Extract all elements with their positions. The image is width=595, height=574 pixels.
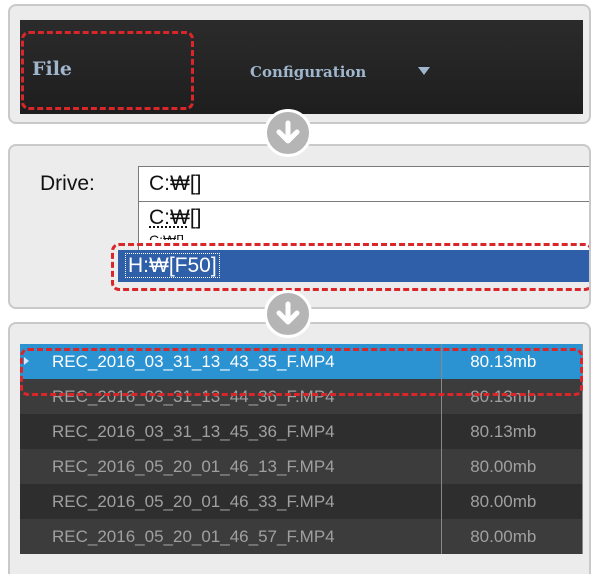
step-3-panel: REC_2016_03_31_13_43_35_F.MP4 80.13mb RE… <box>8 322 591 574</box>
step-2-panel: Drive: C:₩[] C:₩[] C:₩[] H:₩[F50] <box>8 144 591 309</box>
drive-option-c[interactable]: C:₩[] <box>149 206 202 230</box>
table-row[interactable]: REC_2016_05_20_01_46_57_F.MP4 80.00mb <box>20 519 583 554</box>
file-name: REC_2016_05_20_01_46_33_F.MP4 <box>20 484 443 519</box>
file-name: REC_2016_05_20_01_46_13_F.MP4 <box>20 449 443 484</box>
file-name-cell: REC_2016_03_31_13_43_35_F.MP4 <box>20 344 443 379</box>
menu-configuration[interactable]: Configuration <box>250 63 366 81</box>
file-name: REC_2016_05_20_01_46_57_F.MP4 <box>20 519 443 554</box>
menu-bar: File Configuration <box>20 20 583 114</box>
drive-option-partial: C:₩[] <box>149 232 184 240</box>
file-size: 80.13mb <box>441 379 583 414</box>
row-pointer-icon <box>24 357 29 365</box>
table-row[interactable]: REC_2016_03_31_13_44_36_F.MP4 80.13mb <box>20 379 583 414</box>
file-list-table: REC_2016_03_31_13_43_35_F.MP4 80.13mb RE… <box>20 344 583 554</box>
drive-label: Drive: <box>40 172 95 195</box>
file-size: 80.13mb <box>441 344 583 379</box>
caret-down-icon[interactable] <box>418 67 430 75</box>
table-row[interactable]: REC_2016_05_20_01_46_13_F.MP4 80.00mb <box>20 449 583 484</box>
file-name: REC_2016_03_31_13_45_36_F.MP4 <box>20 414 443 449</box>
menu-file[interactable]: File <box>32 58 72 80</box>
arrow-down-circle-icon <box>264 109 312 157</box>
table-row-selected[interactable]: REC_2016_03_31_13_43_35_F.MP4 80.13mb <box>20 344 583 379</box>
table-row[interactable]: REC_2016_03_31_13_45_36_F.MP4 80.13mb <box>20 414 583 449</box>
file-size: 80.00mb <box>441 484 583 519</box>
file-name: REC_2016_03_31_13_44_36_F.MP4 <box>20 379 443 414</box>
drive-option-h-selected[interactable]: H:₩[F50] <box>118 250 589 282</box>
file-size: 80.00mb <box>441 519 583 554</box>
drive-option-h-label: H:₩[F50] <box>125 253 220 278</box>
drive-select[interactable]: C:₩[] <box>138 166 589 202</box>
step-1-panel: File Configuration <box>8 4 591 124</box>
file-size: 80.00mb <box>441 449 583 484</box>
arrow-down-circle-icon <box>264 290 312 338</box>
drive-select-value: C:₩[] <box>149 172 202 195</box>
file-size: 80.13mb <box>441 414 583 449</box>
table-row[interactable]: REC_2016_05_20_01_46_33_F.MP4 80.00mb <box>20 484 583 519</box>
file-name: REC_2016_03_31_13_43_35_F.MP4 <box>52 351 335 371</box>
